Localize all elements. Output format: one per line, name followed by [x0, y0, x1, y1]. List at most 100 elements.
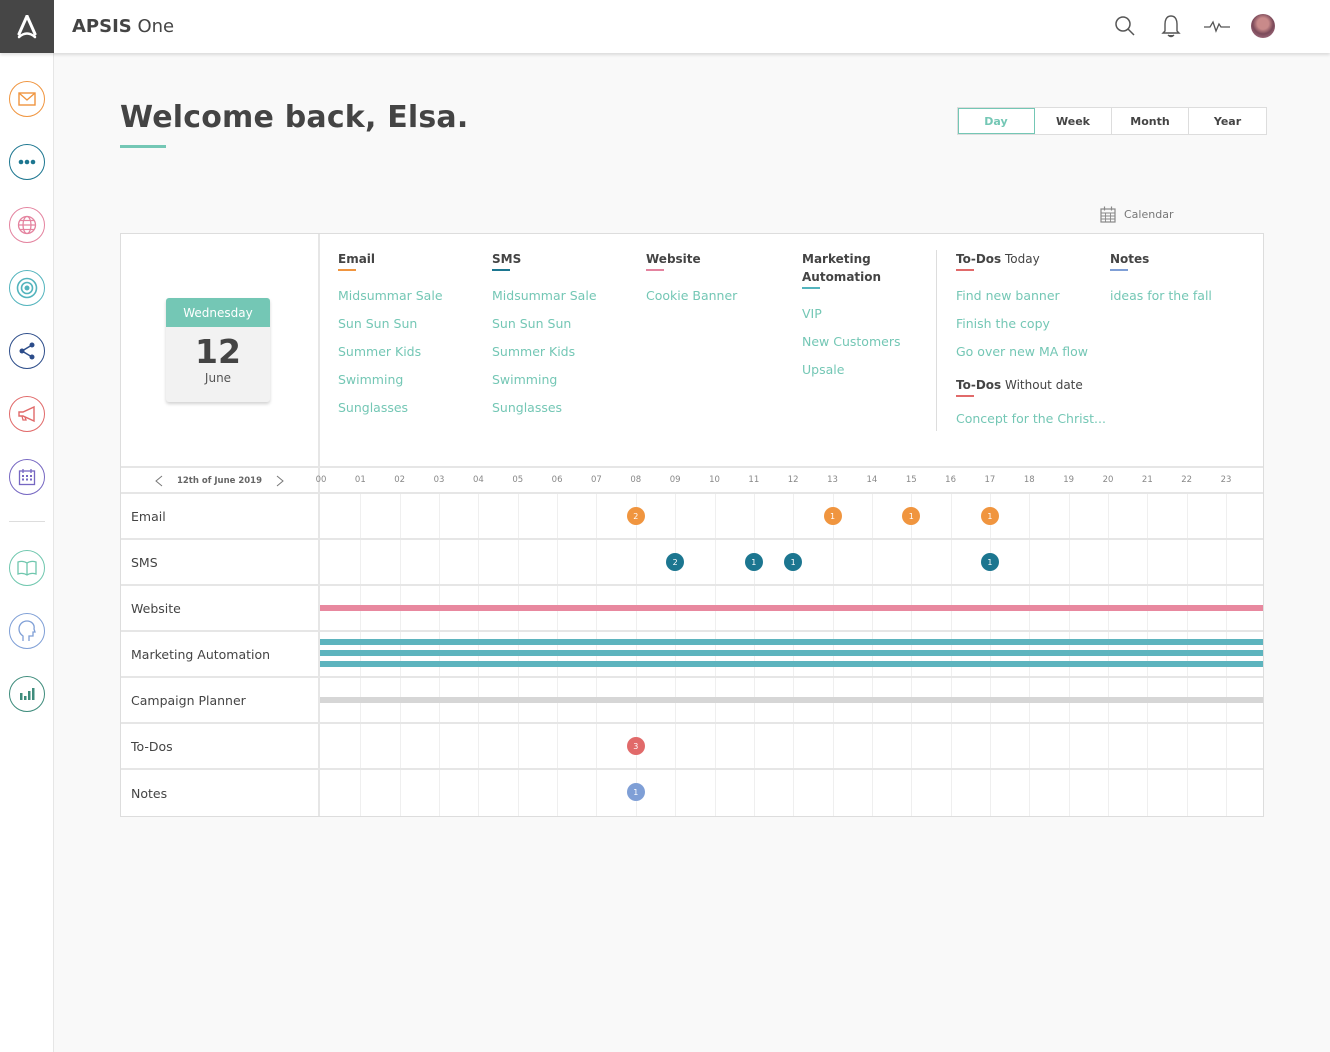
- hour-label: 04: [472, 475, 484, 485]
- sidebar-item-analytics[interactable]: [9, 676, 45, 712]
- top-bar: APSIS One: [0, 0, 1330, 53]
- sidebar-item-calendar[interactable]: [9, 459, 45, 495]
- event-count-bubble[interactable]: 2: [626, 507, 645, 525]
- category-website: Website Cookie Banner: [646, 250, 737, 316]
- calendar-view-button[interactable]: Calendar: [1100, 206, 1173, 223]
- event-count-bubble[interactable]: 1: [744, 553, 763, 571]
- title-underline: [120, 145, 166, 148]
- list-item[interactable]: Sunglasses: [492, 400, 597, 428]
- period-day-button[interactable]: Day: [958, 108, 1035, 134]
- category-underline: [646, 269, 664, 271]
- timeline-row-campaign-planner: Campaign Planner: [121, 678, 1263, 724]
- apsis-logo[interactable]: [0, 0, 54, 53]
- apsis-logo-icon: [17, 14, 37, 38]
- list-item[interactable]: Cookie Banner: [646, 288, 737, 316]
- hour-label: 20: [1102, 475, 1114, 485]
- event-count-bubble[interactable]: 1: [980, 507, 999, 525]
- list-item[interactable]: Midsummar Sale: [338, 288, 443, 316]
- period-month-button[interactable]: Month: [1112, 108, 1189, 134]
- grid-line: [399, 540, 401, 584]
- list-item[interactable]: Summer Kids: [338, 344, 443, 372]
- grid-line: [517, 770, 519, 816]
- list-item[interactable]: Midsummar Sale: [492, 288, 597, 316]
- event-count-bubble[interactable]: 3: [626, 737, 645, 755]
- timeline-bar[interactable]: [320, 697, 1263, 703]
- search-button[interactable]: [1102, 12, 1148, 40]
- timeline-bar[interactable]: [320, 605, 1263, 611]
- grid-line: [1226, 770, 1228, 816]
- list-item[interactable]: Sun Sun Sun: [492, 316, 597, 344]
- sidebar-item-website[interactable]: [9, 207, 45, 243]
- timeline-bar[interactable]: [320, 650, 1263, 656]
- sidebar-item-social[interactable]: [9, 333, 45, 369]
- hour-label: 07: [591, 475, 602, 485]
- list-item[interactable]: Go over new MA flow: [956, 344, 1088, 372]
- timeline-bar[interactable]: [320, 639, 1263, 645]
- period-year-button[interactable]: Year: [1189, 108, 1266, 134]
- chevron-left-icon[interactable]: [155, 475, 163, 487]
- app-title: APSIS One: [72, 16, 174, 37]
- grid-line: [1029, 770, 1031, 816]
- chevron-right-icon[interactable]: [276, 475, 284, 487]
- category-title-bold: To-Dos: [956, 378, 1002, 392]
- timeline-header: 12th of June 2019 00 01 02 03 04 05 06 07 08 09 10…: [121, 466, 1263, 494]
- category-underline: [956, 395, 974, 397]
- date-month: June: [204, 371, 232, 385]
- top-actions: [1102, 12, 1286, 40]
- grid-line: [399, 724, 401, 768]
- activity-button[interactable]: [1194, 12, 1240, 40]
- grid-line: [1029, 540, 1031, 584]
- row-label: To-Dos: [121, 724, 320, 768]
- grid-line: [714, 540, 716, 584]
- sidebar-item-marketing-automation[interactable]: [9, 270, 45, 306]
- list-item[interactable]: Find new banner: [956, 288, 1088, 316]
- list-item[interactable]: New Customers: [802, 334, 900, 362]
- category-marketing-automation: Marketing Automation VIP New Customers Up…: [802, 250, 900, 390]
- grid-line: [753, 770, 755, 816]
- envelope-icon: [18, 92, 36, 106]
- list-item[interactable]: Sunglasses: [338, 400, 443, 428]
- period-week-button[interactable]: Week: [1035, 108, 1112, 134]
- notifications-button[interactable]: [1148, 12, 1194, 40]
- sidebar: [0, 53, 54, 1052]
- timeline-bar[interactable]: [320, 661, 1263, 667]
- event-count-bubble[interactable]: 1: [626, 783, 645, 801]
- user-menu-button[interactable]: [1240, 12, 1286, 40]
- list-item[interactable]: VIP: [802, 306, 900, 334]
- date-column: Wednesday 12 June: [121, 234, 320, 466]
- category-title: Marketing Automation: [802, 250, 900, 286]
- event-count-bubble[interactable]: 1: [980, 553, 999, 571]
- hour-label: 12: [787, 475, 799, 485]
- list-item[interactable]: Finish the copy: [956, 316, 1088, 344]
- list-item[interactable]: Upsale: [802, 362, 900, 390]
- grid-line: [439, 494, 441, 538]
- grid-line: [911, 770, 913, 816]
- sidebar-item-profiles[interactable]: [9, 613, 45, 649]
- grid-line: [439, 724, 441, 768]
- grid-line: [596, 724, 598, 768]
- list-item[interactable]: ideas for the fall: [1110, 288, 1212, 316]
- event-count-bubble[interactable]: 2: [666, 553, 685, 571]
- grid-line: [871, 494, 873, 538]
- grid-line: [832, 724, 834, 768]
- hour-label: 09: [669, 475, 681, 485]
- list-item[interactable]: Sun Sun Sun: [338, 316, 443, 344]
- list-item[interactable]: Swimming: [492, 372, 597, 400]
- hour-label: 18: [1023, 475, 1035, 485]
- list-item[interactable]: Concept for the Christ...: [956, 411, 1106, 439]
- sidebar-divider: [9, 521, 45, 522]
- sidebar-item-email[interactable]: [9, 81, 45, 117]
- event-count-bubble[interactable]: 1: [784, 553, 803, 571]
- grid-line: [1147, 724, 1149, 768]
- grid-line: [517, 724, 519, 768]
- day-overview-panel: Wednesday 12 June Email Midsummar Sale S…: [120, 233, 1264, 817]
- grid-line: [596, 540, 598, 584]
- event-count-bubble[interactable]: 1: [902, 507, 921, 525]
- sidebar-item-knowledge[interactable]: [9, 550, 45, 586]
- sidebar-item-sms[interactable]: [9, 144, 45, 180]
- list-item[interactable]: Swimming: [338, 372, 443, 400]
- grid-line: [1186, 724, 1188, 768]
- event-count-bubble[interactable]: 1: [823, 507, 842, 525]
- sidebar-item-campaigns[interactable]: [9, 396, 45, 432]
- list-item[interactable]: Summer Kids: [492, 344, 597, 372]
